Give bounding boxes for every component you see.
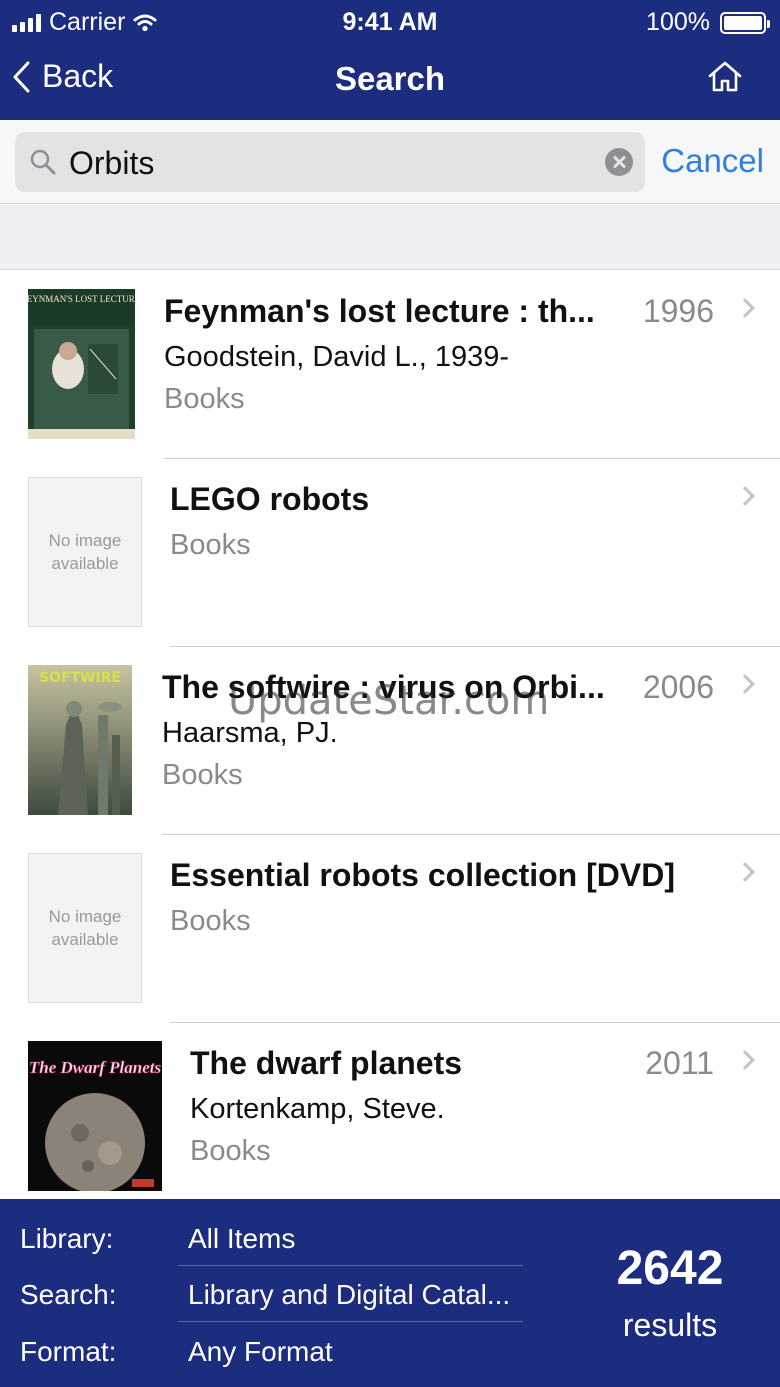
clear-search-icon[interactable] [605, 148, 633, 176]
section-spacer [0, 205, 780, 270]
page-title: Search [334, 60, 446, 97]
result-row[interactable]: No image available LEGO robots Books [0, 459, 780, 647]
cover-title-text: The Dwarf Planets [29, 1058, 162, 1077]
library-filter-row[interactable]: Library: All Items [20, 1211, 520, 1267]
library-value: All Items [188, 1223, 296, 1254]
library-label: Library: [20, 1223, 114, 1254]
search-scope-row[interactable]: Search: Library and Digital Catal... [20, 1267, 520, 1323]
result-year: 2006 [642, 669, 714, 705]
footer-divider [178, 1321, 523, 1322]
result-row[interactable]: No image available Essential robots colle… [0, 835, 780, 1023]
result-author: Kortenkamp, Steve. [190, 1093, 445, 1125]
result-title: Essential robots collection [DVD] [170, 857, 675, 893]
search-input[interactable]: Orbits [15, 132, 645, 192]
result-row[interactable]: FEYNMAN'S LOST LECTURE Feynman's lost le… [0, 271, 780, 459]
result-row[interactable]: The Dwarf Planets The dwarf planets 2011… [0, 1023, 780, 1199]
chevron-right-icon [735, 486, 755, 506]
result-title: The dwarf planets [190, 1045, 463, 1081]
home-icon [708, 61, 742, 92]
footer-divider [178, 1265, 523, 1266]
chevron-right-icon [735, 298, 755, 318]
result-format: Books [164, 383, 245, 415]
results-list: FEYNMAN'S LOST LECTURE Feynman's lost le… [0, 271, 780, 1199]
result-year: 2011 [645, 1045, 714, 1081]
search-summary-footer[interactable]: Library: All Items Search: Library and D… [0, 1199, 780, 1387]
no-image-placeholder: No image available [28, 853, 142, 1003]
search-icon [30, 149, 56, 175]
search-scope-label: Search: [20, 1279, 117, 1310]
format-filter-row[interactable]: Format: Any Format [20, 1324, 520, 1380]
search-query-text[interactable]: Orbits [69, 145, 154, 182]
navigation-bar: Back Search [0, 44, 780, 120]
chevron-right-icon [735, 862, 755, 882]
home-button[interactable] [708, 60, 742, 97]
chevron-right-icon [735, 1050, 755, 1070]
result-format: Books [170, 905, 251, 937]
cancel-button[interactable]: Cancel [661, 142, 764, 180]
result-format: Books [162, 759, 243, 791]
search-scope-value: Library and Digital Catal... [188, 1279, 511, 1310]
result-year: 1996 [642, 293, 714, 329]
format-value: Any Format [188, 1336, 333, 1367]
battery-icon [720, 11, 770, 34]
result-title: LEGO robots [170, 481, 370, 517]
result-author: Haarsma, PJ. [162, 717, 338, 749]
no-image-placeholder: No image available [28, 477, 142, 627]
chevron-right-icon [735, 674, 755, 694]
result-format: Books [190, 1135, 271, 1167]
result-author: Goodstein, David L., 1939- [164, 341, 509, 373]
results-count: 2642 [616, 1242, 724, 1295]
battery-indicator: 100% [646, 8, 770, 37]
cover-title-text: SOFTWIRE [39, 670, 121, 686]
search-bar: Orbits Cancel [0, 120, 780, 204]
result-row[interactable]: SOFTWIRE The softwire : virus on Orbi...… [0, 647, 780, 835]
status-bar: Carrier 9:41 AM 100% [0, 0, 780, 44]
result-format: Books [170, 529, 251, 561]
cover-title-text: FEYNMAN'S LOST LECTURE [28, 294, 135, 304]
book-cover-image: SOFTWIRE [28, 665, 132, 815]
result-title: The softwire : virus on Orbi... [162, 669, 605, 705]
top-bar: Carrier 9:41 AM 100% Back Search [0, 0, 780, 120]
book-cover-image: The Dwarf Planets [28, 1041, 162, 1191]
results-count-label: results [622, 1307, 718, 1343]
result-title: Feynman's lost lecture : th... [164, 293, 595, 329]
book-cover-image: FEYNMAN'S LOST LECTURE [28, 289, 135, 439]
battery-percent: 100% [646, 8, 710, 36]
format-label: Format: [20, 1336, 117, 1367]
